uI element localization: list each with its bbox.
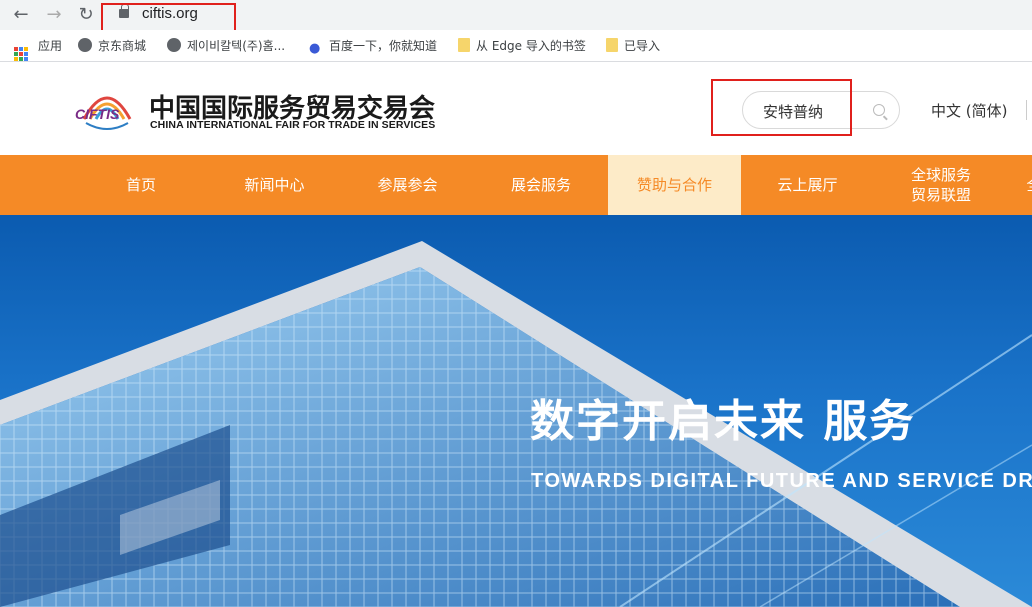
- bookmark-jbcaltech[interactable]: 제이비칼텍(주)홈...: [167, 37, 285, 55]
- globe-icon: [78, 38, 92, 52]
- baidu-paw-icon: ●: [309, 41, 321, 56]
- language-selector[interactable]: 中文 (简体): [931, 100, 1007, 121]
- search-icon[interactable]: [873, 104, 885, 116]
- nav-item-cloud-hall[interactable]: 云上展厅: [741, 155, 874, 215]
- apps-grid-icon: [14, 47, 28, 61]
- header-divider: [1026, 100, 1027, 120]
- nav-item-sponsorship[interactable]: 赞助与合作: [608, 155, 741, 215]
- svg-text:CIFTIS: CIFTIS: [75, 106, 120, 122]
- folder-icon: [606, 38, 618, 52]
- ciftis-logo-icon[interactable]: CIFTIS: [74, 83, 140, 137]
- main-nav: 首页 新闻中心 参展参会 展会服务 赞助与合作 云上展厅 全球服务 贸易联盟 全: [0, 155, 1032, 215]
- search-highlight-box: [711, 79, 852, 136]
- bookmark-jd[interactable]: 京东商城: [78, 37, 146, 55]
- reload-icon[interactable]: ↻: [75, 4, 97, 26]
- nav-item-services[interactable]: 展会服务: [474, 155, 608, 215]
- hero-banner[interactable]: 数字开启未来 服务 TOWARDS DIGITAL FUTURE AND SER…: [0, 215, 1032, 607]
- nav-item-alliance[interactable]: 全球服务 贸易联盟: [874, 155, 1008, 215]
- banner-slogan-chinese: 数字开启未来 服务: [530, 396, 916, 447]
- site-logo-english: CHINA INTERNATIONAL FAIR FOR TRADE IN SE…: [150, 119, 436, 131]
- nav-item-exhibit[interactable]: 参展参会: [341, 155, 474, 215]
- site-header: CIFTIS 中国国际服务贸易交易会 CHINA INTERNATIONAL F…: [0, 63, 1032, 155]
- bookmark-edge-folder[interactable]: 从 Edge 导入的书签: [458, 37, 586, 55]
- bookmark-apps[interactable]: 应用: [14, 37, 62, 61]
- nav-item-home[interactable]: 首页: [74, 155, 208, 215]
- forward-arrow-icon[interactable]: →: [43, 4, 65, 26]
- globe-icon: [167, 38, 181, 52]
- bookmarks-bar: 应用 京东商城 제이비칼텍(주)홈... ● 百度一下，你就知道 从 Edge 导…: [0, 30, 1032, 62]
- nav-item-news[interactable]: 新闻中心: [208, 155, 341, 215]
- bookmark-imported-folder[interactable]: 已导入: [606, 37, 660, 55]
- folder-icon: [458, 38, 470, 52]
- banner-slogan-english: TOWARDS DIGITAL FUTURE AND SERVICE DR: [531, 470, 1032, 492]
- back-arrow-icon[interactable]: ←: [10, 4, 32, 26]
- nav-item-more-partial[interactable]: 全: [1024, 155, 1032, 215]
- bookmark-baidu[interactable]: ● 百度一下，你就知道: [309, 37, 437, 56]
- url-highlight-box: [101, 3, 236, 33]
- address-bar[interactable]: ciftis.org: [104, 2, 1004, 28]
